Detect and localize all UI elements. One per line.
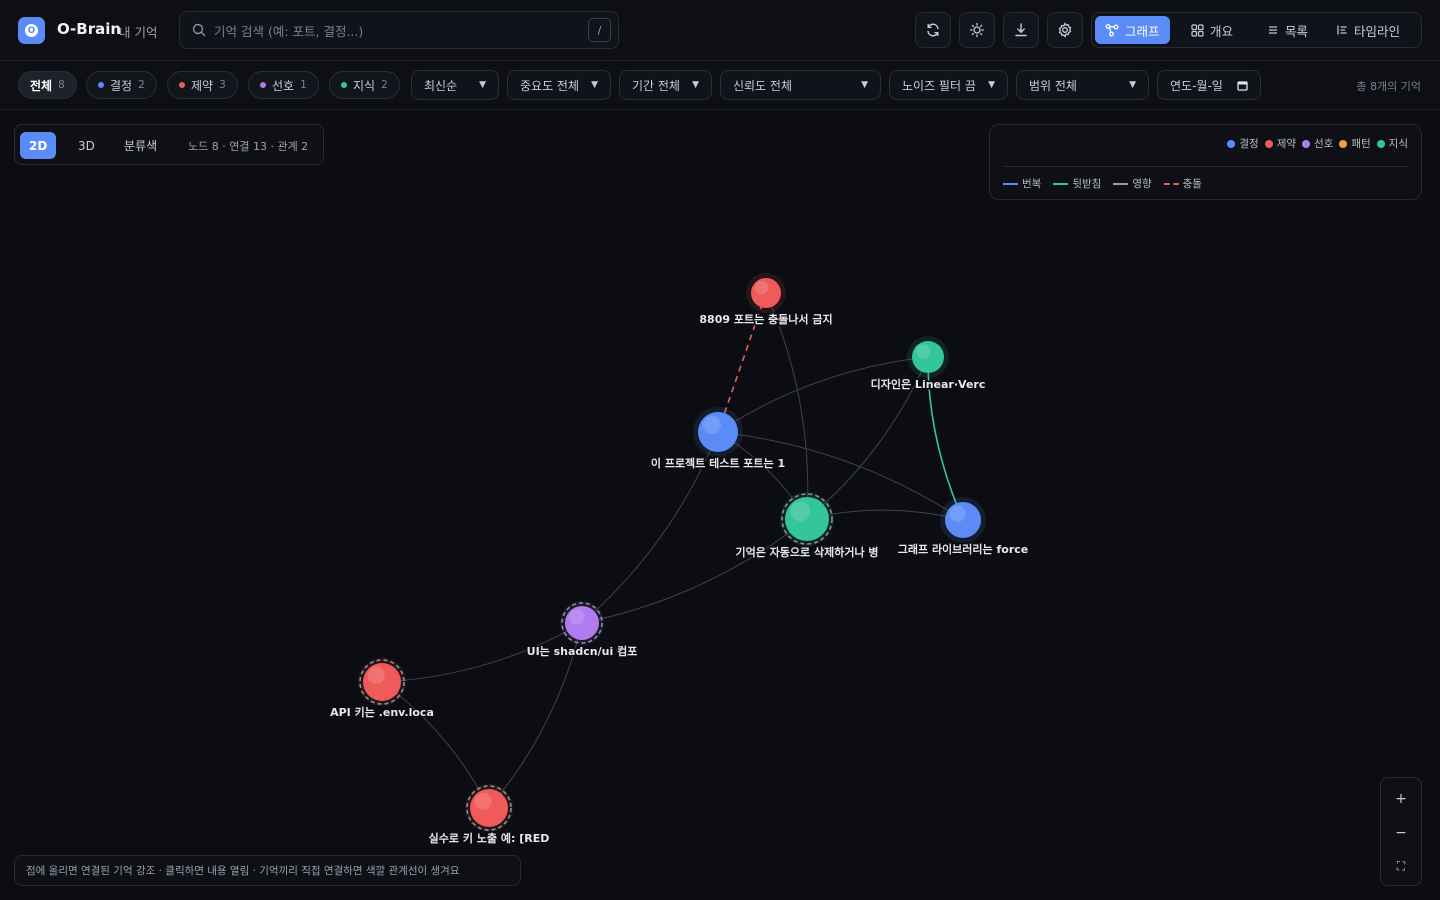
view-tab-list[interactable]: 목록 bbox=[1257, 16, 1318, 44]
top-bar: O O-Brain 내 기억 / 그래프 개요 목록 타임라인 bbox=[0, 0, 1440, 61]
node-circle bbox=[945, 502, 981, 538]
theme-toggle-button[interactable] bbox=[959, 12, 995, 48]
graph-mode-controls: 2D 3D 분류색 노드 8 · 연결 13 · 관계 2 bbox=[14, 124, 324, 165]
filter-chip-decision[interactable]: 결정 2 bbox=[86, 71, 157, 99]
download-icon bbox=[1015, 23, 1027, 37]
fit-view-button[interactable]: ⛶ bbox=[1381, 849, 1421, 883]
node-circle bbox=[785, 497, 829, 541]
node-label: 이 프로젝트 테스트 포트는 1 bbox=[651, 456, 785, 470]
noise-filter-select[interactable]: 노이즈 필터 끔 ▼ bbox=[889, 70, 1008, 100]
node-highlight bbox=[754, 281, 769, 295]
legend-relation-influence: 영향 bbox=[1113, 176, 1152, 191]
grid-icon bbox=[1191, 23, 1204, 37]
filter-chip-preference[interactable]: 선호 1 bbox=[248, 71, 319, 99]
node-highlight bbox=[367, 666, 385, 684]
legend-relations: 번복 뒷받침 영향 충돌 bbox=[1003, 176, 1202, 191]
node-highlight bbox=[790, 501, 811, 522]
node-highlight bbox=[949, 505, 966, 522]
legend-relation-support: 뒷받침 bbox=[1053, 176, 1101, 191]
chevron-down-icon: ▼ bbox=[591, 80, 598, 90]
legend-item-pattern: 패턴 bbox=[1339, 136, 1371, 151]
legend-item-decision: 결정 bbox=[1227, 136, 1259, 151]
legend-item-preference: 선호 bbox=[1302, 136, 1333, 151]
sort-select[interactable]: 최신순 ▼ bbox=[411, 70, 499, 100]
refresh-button[interactable] bbox=[915, 12, 951, 48]
node-label: 디자인은 Linear·Verc bbox=[871, 377, 986, 391]
chevron-down-icon: ▼ bbox=[988, 80, 995, 90]
view-switcher: 그래프 개요 목록 타임라인 bbox=[1091, 12, 1422, 48]
node-label: 그래프 라이브러리는 force bbox=[898, 542, 1029, 556]
node-highlight bbox=[569, 609, 585, 625]
settings-button[interactable] bbox=[1047, 12, 1083, 48]
search-icon bbox=[192, 23, 206, 37]
search-shortcut-key: / bbox=[588, 18, 611, 42]
category-dot bbox=[179, 82, 185, 88]
legend-categories: 결정 제약 선호 패턴 지식 bbox=[1227, 136, 1408, 151]
period-select[interactable]: 기간 전체 ▼ bbox=[619, 70, 712, 100]
zoom-out-button[interactable]: − bbox=[1381, 816, 1421, 850]
category-color-button[interactable]: 분류색 bbox=[115, 132, 166, 159]
zoom-controls: + − ⛶ bbox=[1380, 777, 1422, 886]
node-label: UI는 shadcn/ui 컴포 bbox=[527, 645, 638, 658]
view-tab-graph[interactable]: 그래프 bbox=[1095, 16, 1170, 44]
node-highlight bbox=[474, 792, 492, 810]
sun-icon bbox=[969, 22, 985, 38]
mode-3d-button[interactable]: 3D bbox=[69, 132, 104, 159]
graph-legend: 결정 제약 선호 패턴 지식 번복 뒷받침 영향 충돌 bbox=[989, 124, 1422, 200]
legend-relation-conflict: 충돌 bbox=[1163, 176, 1202, 191]
scope-select[interactable]: 범위 전체 ▼ bbox=[1016, 70, 1149, 100]
node-highlight bbox=[703, 416, 721, 434]
node-label: 실수로 키 노출 예: [RED bbox=[429, 831, 550, 845]
legend-divider bbox=[1003, 166, 1408, 167]
legend-item-constraint: 제약 bbox=[1264, 136, 1296, 151]
node-label: 8809 포트는 충돌나서 금지 bbox=[699, 312, 832, 326]
chevron-down-icon: ▼ bbox=[861, 80, 868, 90]
app-logo: O bbox=[18, 17, 45, 44]
search-box[interactable]: / bbox=[179, 11, 619, 49]
node-circle bbox=[912, 341, 944, 373]
refresh-icon bbox=[927, 23, 939, 37]
category-dot bbox=[341, 82, 347, 88]
brand-subtitle: 내 기억 bbox=[119, 25, 158, 40]
date-input[interactable]: 연도-월-일 bbox=[1157, 70, 1261, 100]
view-tab-timeline[interactable]: 타임라인 bbox=[1326, 16, 1410, 44]
node-circle bbox=[698, 412, 738, 452]
timeline-icon bbox=[1337, 25, 1347, 35]
filter-chip-knowledge[interactable]: 지식 2 bbox=[329, 71, 400, 99]
search-input[interactable] bbox=[214, 21, 574, 41]
graph-icon bbox=[1105, 24, 1119, 37]
gear-icon bbox=[1058, 22, 1072, 38]
zoom-in-button[interactable]: + bbox=[1381, 782, 1421, 816]
filter-chip-constraint[interactable]: 제약 3 bbox=[167, 71, 238, 99]
node-circle bbox=[470, 789, 508, 827]
brand-name: O-Brain bbox=[57, 20, 122, 38]
interaction-hint: 점에 올리면 연결된 기억 강조 · 클릭하면 내용 열림 · 기억끼리 직접 … bbox=[14, 855, 521, 886]
node-circle bbox=[363, 663, 401, 701]
importance-select[interactable]: 중요도 전체 ▼ bbox=[507, 70, 611, 100]
node-highlight bbox=[916, 344, 931, 359]
chevron-down-icon: ▼ bbox=[692, 80, 699, 90]
node-label: API 키는 .env.loca bbox=[330, 705, 434, 719]
filter-chip-all[interactable]: 전체 8 bbox=[18, 71, 77, 99]
confidence-select[interactable]: 신뢰도 전체 ▼ bbox=[720, 70, 881, 100]
filter-bar: 전체 8 결정 2 제약 3 선호 1 지식 2 최신순 ▼ 중요도 전체 ▼ 기간… bbox=[0, 61, 1440, 110]
legend-item-knowledge: 지식 bbox=[1376, 136, 1408, 151]
category-dot bbox=[98, 82, 104, 88]
chevron-down-icon: ▼ bbox=[479, 80, 486, 90]
node-circle bbox=[751, 278, 781, 308]
memory-total-count: 총 8개의 기억 bbox=[1356, 80, 1421, 93]
mode-2d-button[interactable]: 2D bbox=[20, 132, 57, 159]
calendar-icon[interactable] bbox=[1237, 80, 1248, 91]
graph-canvas[interactable] bbox=[0, 110, 1440, 900]
graph-stats: 노드 8 · 연결 13 · 관계 2 bbox=[188, 140, 309, 153]
node-circle bbox=[565, 606, 599, 640]
list-icon bbox=[1269, 26, 1277, 34]
category-dot bbox=[260, 82, 266, 88]
download-button[interactable] bbox=[1003, 12, 1039, 48]
node-label: 기억은 자동으로 삭제하거나 병 bbox=[735, 545, 878, 559]
view-tab-overview[interactable]: 개요 bbox=[1181, 16, 1243, 44]
legend-relation-override: 번복 bbox=[1003, 176, 1041, 191]
chevron-down-icon: ▼ bbox=[1129, 80, 1136, 90]
